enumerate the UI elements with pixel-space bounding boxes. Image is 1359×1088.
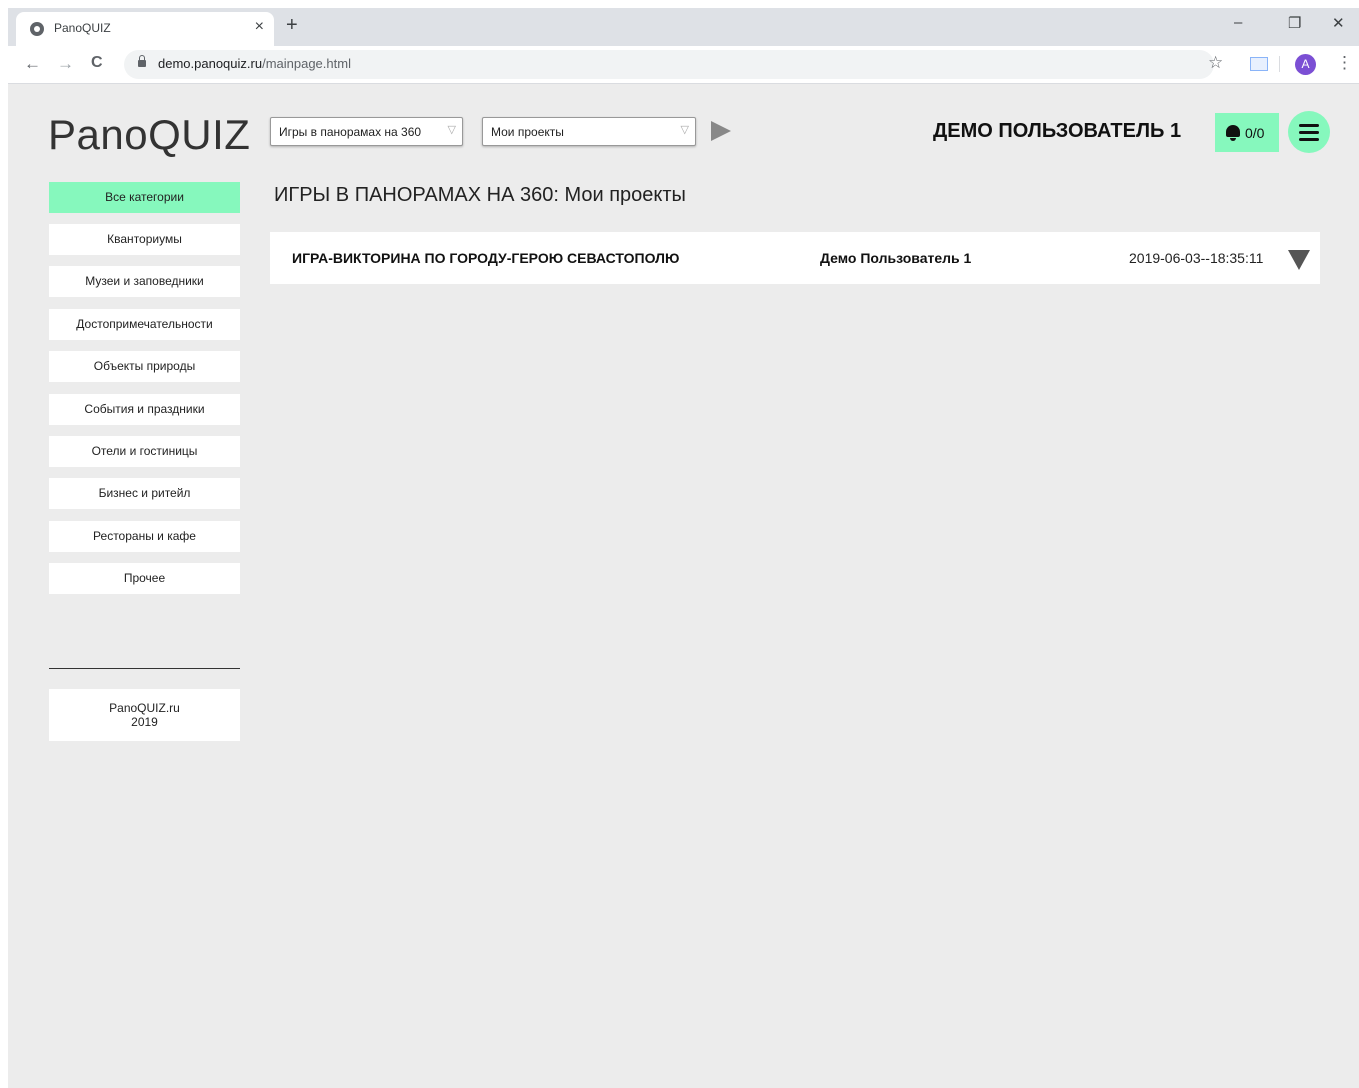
profile-avatar[interactable]: A [1295, 54, 1316, 75]
project-scope-value: Мои проекты [491, 125, 564, 139]
tab-strip: PanoQUIZ × + – ❐ ✕ [8, 8, 1359, 46]
menu-line [1299, 131, 1319, 134]
minimize-button[interactable]: – [1234, 14, 1242, 31]
project-scope-select[interactable]: Мои проекты ▽ [482, 117, 696, 146]
category-other[interactable]: Прочее [49, 563, 240, 594]
hamburger-menu-button[interactable] [1288, 111, 1330, 153]
category-business[interactable]: Бизнес и ритейл [49, 478, 240, 509]
project-type-select[interactable]: Игры в панорамах на 360 ▽ [270, 117, 463, 146]
new-tab-button[interactable]: + [286, 14, 298, 37]
sidebar-footer: PanoQUIZ.ru 2019 [49, 689, 240, 741]
lock-icon [138, 55, 146, 67]
browser-tab[interactable]: PanoQUIZ × [16, 12, 274, 46]
tab-title: PanoQUIZ [54, 21, 111, 35]
browser-window: PanoQUIZ × + – ❐ ✕ ← → C demo.panoquiz.r… [8, 8, 1359, 1088]
window-close-button[interactable]: ✕ [1332, 14, 1345, 32]
extension-icon[interactable] [1250, 57, 1268, 71]
app-logo[interactable]: PanoQUIZ [48, 111, 250, 159]
category-sights[interactable]: Достопримечательности [49, 309, 240, 340]
restore-button[interactable]: ❐ [1288, 14, 1301, 32]
url-path: /mainpage.html [262, 56, 351, 71]
back-icon[interactable]: ← [24, 54, 41, 74]
browser-menu-icon[interactable]: ⋮ [1336, 53, 1353, 73]
category-events[interactable]: События и праздники [49, 394, 240, 425]
reload-icon[interactable]: C [91, 54, 103, 72]
globe-icon [30, 22, 44, 36]
category-restaurants[interactable]: Рестораны и кафе [49, 521, 240, 552]
bookmark-star-icon[interactable]: ☆ [1208, 53, 1223, 73]
category-museums[interactable]: Музеи и заповедники [49, 266, 240, 297]
browser-toolbar: ← → C demo.panoquiz.ru/mainpage.html ☆ A… [8, 46, 1359, 84]
category-hotels[interactable]: Отели и гостиницы [49, 436, 240, 467]
expand-triangle-icon[interactable] [1288, 250, 1310, 270]
menu-line [1299, 138, 1319, 141]
dropdown-arrow-icon: ▽ [680, 124, 689, 136]
sidebar-divider [49, 668, 240, 669]
play-icon[interactable] [711, 121, 731, 141]
toolbar-separator [1279, 56, 1280, 72]
url-domain: demo.panoquiz.ru [158, 56, 263, 71]
notifications-button[interactable]: 0/0 [1215, 113, 1279, 152]
category-quantoriums[interactable]: Кванториумы [49, 224, 240, 255]
user-name[interactable]: ДЕМО ПОЛЬЗОВАТЕЛЬ 1 [933, 120, 1181, 143]
footer-site: PanoQUIZ.ru [109, 701, 180, 715]
page-title: ИГРЫ В ПАНОРАМАХ НА 360: Мои проекты [274, 184, 686, 206]
project-title[interactable]: ИГРА-ВИКТОРИНА ПО ГОРОДУ-ГЕРОЮ СЕВАСТОПО… [292, 250, 679, 266]
category-nature[interactable]: Объекты природы [49, 351, 240, 382]
menu-line [1299, 124, 1319, 127]
bell-icon [1226, 125, 1240, 141]
url-text: demo.panoquiz.ru/mainpage.html [158, 56, 351, 71]
footer-year: 2019 [131, 715, 158, 729]
notifications-count: 0/0 [1245, 125, 1265, 141]
project-row[interactable]: ИГРА-ВИКТОРИНА ПО ГОРОДУ-ГЕРОЮ СЕВАСТОПО… [270, 232, 1320, 284]
project-author: Демо Пользователь 1 [820, 250, 972, 266]
category-all[interactable]: Все категории [49, 182, 240, 213]
close-tab-icon[interactable]: × [255, 18, 264, 36]
project-type-value: Игры в панорамах на 360 [279, 125, 422, 139]
project-date: 2019-06-03--18:35:11 [1129, 250, 1264, 266]
forward-icon[interactable]: → [57, 54, 74, 74]
address-bar[interactable]: demo.panoquiz.ru/mainpage.html [124, 50, 1214, 79]
dropdown-arrow-icon: ▽ [447, 124, 456, 136]
